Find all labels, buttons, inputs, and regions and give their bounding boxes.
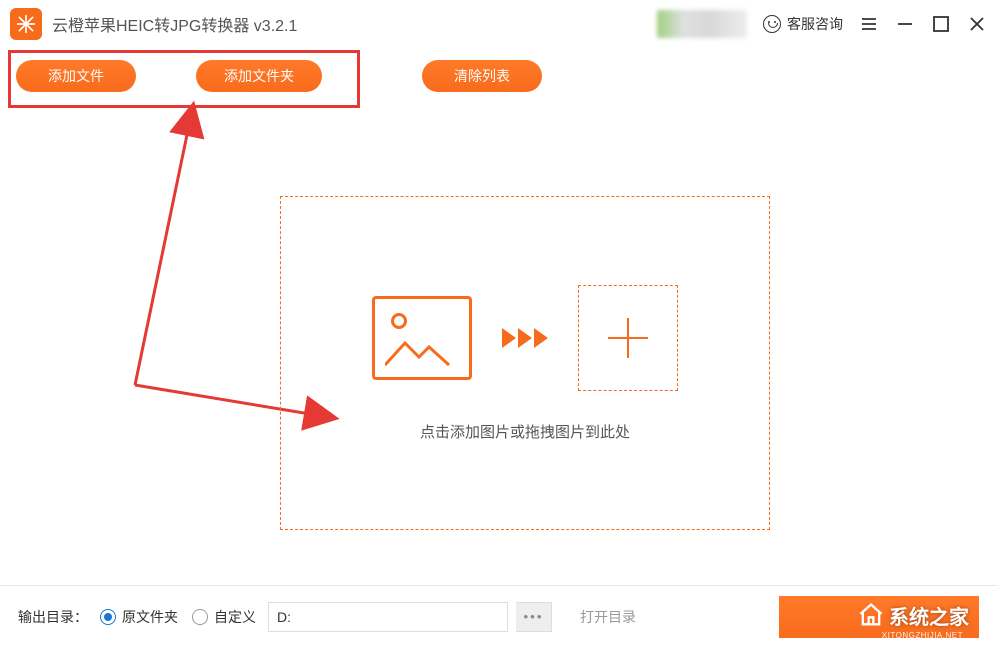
open-output-dir-link[interactable]: 打开目录 (580, 607, 636, 627)
close-button[interactable] (967, 14, 987, 34)
titlebar: 云橙苹果HEIC转JPG转换器 v3.2.1 客服咨询 (0, 0, 997, 48)
customer-support-link[interactable]: 客服咨询 (763, 14, 843, 34)
drop-zone-hint: 点击添加图片或拖拽图片到此处 (420, 421, 630, 442)
add-file-button[interactable]: 添加文件 (16, 60, 136, 92)
menu-button[interactable] (859, 14, 879, 34)
start-convert-button[interactable]: 系统之家 XITONGZHIJIA.NET (779, 596, 979, 638)
watermark-sub: XITONGZHIJIA.NET (882, 631, 963, 638)
add-folder-button[interactable]: 添加文件夹 (196, 60, 322, 92)
app-logo-icon (10, 8, 42, 40)
browse-path-button[interactable]: ••• (516, 602, 552, 632)
maximize-button[interactable] (931, 14, 951, 34)
drop-zone[interactable]: 点击添加图片或拖拽图片到此处 (280, 196, 770, 530)
support-label: 客服咨询 (787, 14, 843, 34)
toolbar-area: 添加文件 添加文件夹 清除列表 (0, 48, 997, 104)
drop-zone-graphics (372, 285, 678, 391)
radio-custom-label: 自定义 (214, 607, 256, 627)
radio-custom-folder[interactable]: 自定义 (192, 607, 256, 627)
output-radio-group: 原文件夹 自定义 (100, 607, 256, 627)
clear-list-button[interactable]: 清除列表 (422, 60, 542, 92)
output-dir-label: 输出目录： (18, 607, 88, 627)
image-icon (372, 296, 472, 380)
output-path-input[interactable] (268, 602, 508, 632)
smile-icon (763, 15, 781, 33)
radio-original-folder[interactable]: 原文件夹 (100, 607, 178, 627)
add-placeholder-icon (578, 285, 678, 391)
radio-original-label: 原文件夹 (122, 607, 178, 627)
user-area[interactable] (657, 10, 747, 38)
watermark-overlay: 系统之家 (857, 601, 969, 630)
minimize-button[interactable] (895, 14, 915, 34)
forward-arrows-icon (502, 328, 548, 348)
watermark-text: 系统之家 (889, 601, 969, 630)
user-avatar-blurred (657, 10, 747, 38)
house-icon (857, 601, 885, 629)
radio-icon (192, 609, 208, 625)
footer-bar: 输出目录： 原文件夹 自定义 ••• 打开目录 系统之家 XITONGZHIJI… (0, 585, 997, 647)
app-title: 云橙苹果HEIC转JPG转换器 v3.2.1 (52, 12, 297, 36)
radio-icon-checked (100, 609, 116, 625)
